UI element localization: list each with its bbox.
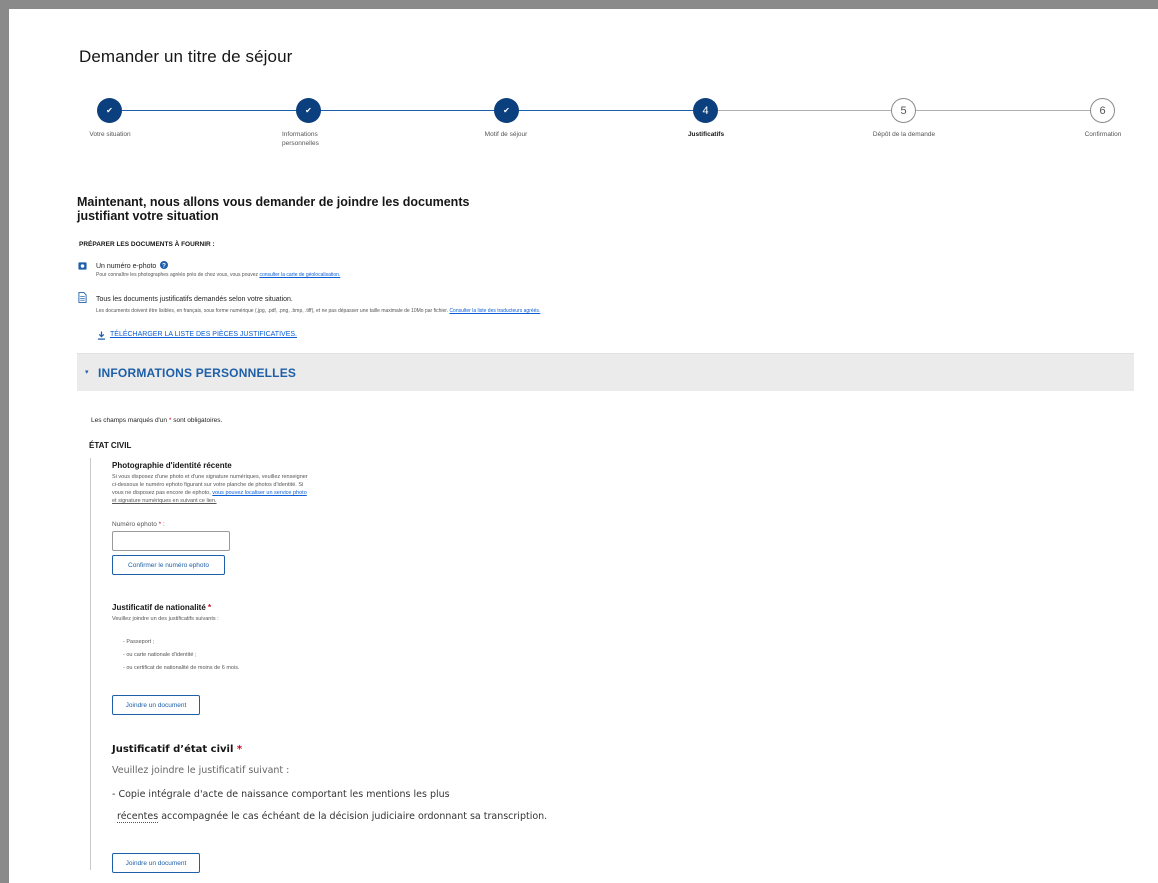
page-frame: Demander un titre de séjour ✔ Votre situ…	[0, 0, 1158, 883]
civil-status-line-2: récentes accompagnée le cas échéant de l…	[117, 811, 548, 823]
step-6-label: Confirmation	[1084, 131, 1122, 138]
step-3-check-icon: ✔	[494, 98, 519, 123]
nationality-item-1: - Passeport ;	[123, 639, 155, 645]
nationality-title: Justificatif de nationalité *	[112, 603, 211, 612]
photo-service-link-continued[interactable]: et signature numériques en suivant ce li…	[112, 497, 217, 505]
step-5-label: Dépôt de la demande	[872, 131, 936, 138]
ephoto-field-label-text: Numéro ephoto	[112, 521, 157, 528]
mandatory-prefix: Les champs marqués d'un	[91, 417, 168, 424]
step-4-label: Justificatifs	[687, 131, 725, 138]
stepper-line-completed	[110, 110, 707, 111]
documents-subtext: Les documents doivent être lisibles, en …	[96, 308, 449, 314]
download-icon[interactable]	[97, 331, 106, 340]
nationality-title-text: Justificatif de nationalité	[112, 603, 206, 612]
civil-status-title-text: Justificatif d’état civil	[112, 744, 234, 755]
page-title: Demander un titre de séjour	[79, 47, 293, 66]
photo-desc-3: vous ne disposez pas encore de ephoto,	[112, 490, 211, 496]
question-circle-icon[interactable]: ?	[160, 261, 169, 269]
step-2-label: Informations personnelles	[282, 131, 319, 147]
step-2-check-icon: ✔	[296, 98, 321, 123]
svg-text:?: ?	[162, 262, 166, 269]
step-6-number: 6	[1090, 98, 1115, 123]
ephoto-field-label: Numéro ephoto * :	[112, 521, 165, 528]
nationality-attach-button[interactable]: Joindre un document	[112, 695, 200, 715]
mandatory-suffix: sont obligatoires.	[173, 417, 223, 424]
required-star: *	[236, 744, 243, 755]
step-1-check-icon: ✔	[97, 98, 122, 123]
step-3-label: Motif de séjour	[484, 131, 528, 138]
translators-list-link[interactable]: Consulter la liste des traducteurs agréé…	[449, 308, 540, 314]
ephoto-subtext: Pour connaître les photographes agréés p…	[96, 272, 259, 278]
ephoto-label: Un numéro e-photo	[96, 263, 157, 270]
etat-civil-heading: ÉTAT CIVIL	[89, 441, 132, 450]
photo-desc-2: ci-dessous le numéro ephoto figurant sur…	[112, 482, 304, 488]
photo-icon	[78, 262, 87, 270]
required-star: *	[158, 521, 162, 528]
step-1-label: Votre situation	[89, 131, 131, 138]
nationality-item-3: - ou certificat de nationalité de moins …	[123, 665, 240, 671]
photo-service-link[interactable]: vous pouvez localiser un service photo	[212, 490, 306, 496]
section-title: INFORMATIONS PERSONNELLES	[98, 366, 297, 380]
required-star: *	[168, 417, 172, 424]
personal-info-section-header[interactable]: ▾ INFORMATIONS PERSONNELLES	[77, 353, 1134, 391]
step-4-number: 4	[693, 98, 718, 123]
civil-status-title: Justificatif d’état civil *	[112, 744, 242, 755]
mandatory-fields-note: Les champs marqués d'un * sont obligatoi…	[91, 417, 222, 424]
intro-title: Maintenant, nous allons vous demander de…	[77, 195, 470, 223]
step-5-number: 5	[891, 98, 916, 123]
documents-label: Tous les documents justificatifs demandé…	[96, 296, 293, 303]
civil-status-line-2-rest: accompagnée le cas échéant de la décisio…	[161, 811, 548, 822]
civil-status-underlined-word: récentes	[117, 811, 159, 823]
photo-desc-1: Si vous disposez d'une photo et d'une si…	[112, 474, 308, 480]
photo-title: Photographie d'identité récente	[112, 461, 232, 470]
progress-stepper: ✔ Votre situation ✔ Informations personn…	[9, 94, 1158, 164]
civil-status-desc: Veuillez joindre le justificatif suivant…	[112, 765, 290, 776]
chevron-down-icon: ▾	[85, 369, 89, 376]
geolocation-map-link[interactable]: consulter la carte de géolocalisation.	[259, 272, 340, 278]
ephoto-number-input[interactable]	[112, 531, 230, 551]
required-star: *	[208, 603, 212, 612]
nationality-desc: Veuillez joindre un des justificatifs su…	[112, 616, 219, 622]
section-divider-line	[90, 458, 91, 870]
ephoto-field-colon: :	[162, 521, 165, 528]
civil-status-attach-button[interactable]: Joindre un document	[112, 853, 200, 873]
nationality-item-2: - ou carte nationale d'identité ;	[123, 652, 197, 658]
prep-heading: PRÉPARER LES DOCUMENTS À FOURNIR :	[79, 241, 215, 248]
download-documents-list-link[interactable]: TÉLÉCHARGER LA LISTE DES PIÈCES JUSTIFIC…	[110, 331, 297, 338]
document-icon	[78, 292, 87, 303]
civil-status-line-1: - Copie intégrale d'acte de naissance co…	[112, 789, 450, 800]
confirm-ephoto-button[interactable]: Confirmer le numéro ephoto	[112, 555, 225, 575]
